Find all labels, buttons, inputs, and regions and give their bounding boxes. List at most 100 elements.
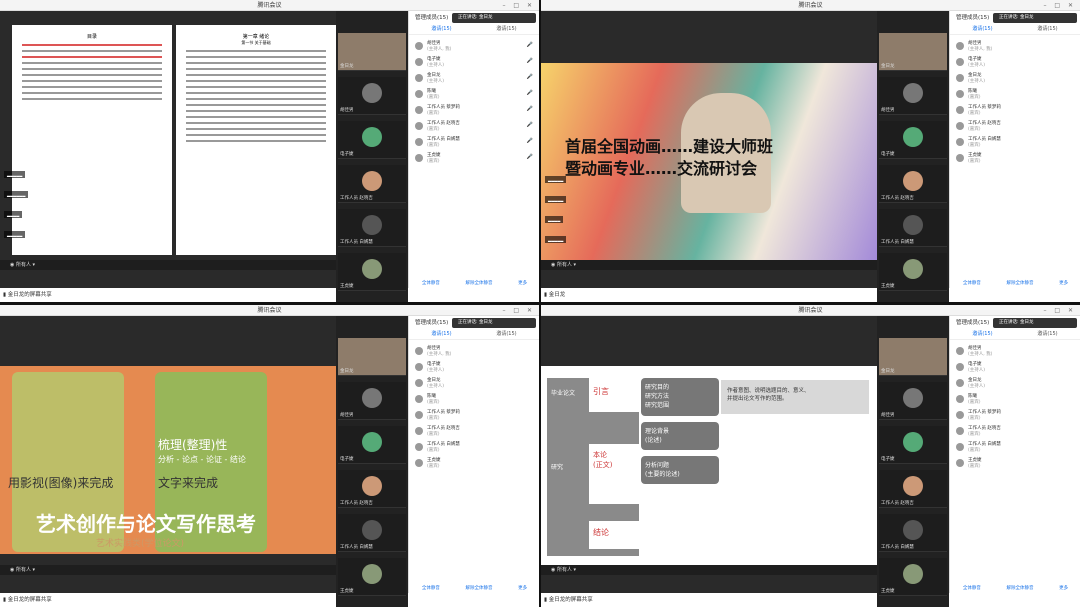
video-tile[interactable]: 工作人员 赵晓吉 <box>338 165 406 203</box>
member-row[interactable]: 王虎婕 (嘉宾) <box>409 458 539 469</box>
share-status: ▮ 金日龙的屏幕共享 <box>0 288 539 302</box>
section-title: 第一节 关于基础 <box>241 40 271 45</box>
screen-grid: 腾讯会议 – □ ✕ 目录 第一章 绪论 第一节 关于基础 ▂▂▂▂▂ ▂▂▂▂▂… <box>0 0 1080 607</box>
window-controls[interactable]: – □ ✕ <box>502 305 535 316</box>
outline-slide: 毕业论文 研究 引言 本论 (正文) 结论 研究目的 研究方法 研究范围 作者意… <box>541 366 877 566</box>
video-tile[interactable]: 工作人员 白嫣慧 <box>879 514 947 552</box>
video-tile[interactable]: 胡佳男 <box>879 77 947 115</box>
member-row[interactable]: 工作人员 蔡梦莉 (嘉宾) 🎤 <box>409 105 539 116</box>
more-button[interactable]: 更多 <box>518 280 527 286</box>
video-tile[interactable]: 金日龙 <box>338 338 406 376</box>
member-row[interactable]: 陈曦 (嘉宾) <box>950 394 1080 405</box>
member-row[interactable]: 工作人员 白嫣慧 (嘉宾) 🎤 <box>409 137 539 148</box>
video-tile[interactable]: 工作人员 白嫣慧 <box>879 209 947 247</box>
video-column: 金日龙 胡佳男 电子婕 工作人员 赵晓吉 工作人员 白嫣慧 王虎婕 <box>877 11 949 302</box>
mute-all-button[interactable]: 全体静音 <box>422 280 440 286</box>
screen-share: 首届全国动画……建设大师班 暨动画专业……交流研讨会 ▂▂▂▂▂ ▂▂▂▂▂ ▂… <box>541 11 877 288</box>
member-row[interactable]: 王虎婕 (嘉宾) <box>950 153 1080 164</box>
video-tile[interactable]: 电子婕 <box>879 121 947 159</box>
panel-tabs[interactable]: 邀请(15) 邀请(15) <box>950 23 1080 35</box>
video-tile[interactable]: 金日龙 <box>879 33 947 71</box>
video-tile[interactable]: 电子婕 <box>338 426 406 464</box>
video-tile[interactable]: 工作人员 白嫣慧 <box>338 209 406 247</box>
member-row[interactable]: 电子婕 (主持人) <box>409 362 539 373</box>
member-row[interactable]: 工作人员 赵晓吉 (嘉宾) <box>950 121 1080 132</box>
member-row[interactable]: 陈曦 (嘉宾) <box>409 394 539 405</box>
video-tile[interactable]: 电子婕 <box>338 121 406 159</box>
panel-tabs[interactable]: 邀请(15) 邀请(15) <box>409 328 539 340</box>
conference-slide: 首届全国动画……建设大师班 暨动画专业……交流研讨会 <box>541 63 877 260</box>
member-row[interactable]: 胡佳男 (主持人, 我) <box>950 346 1080 357</box>
window-controls[interactable]: – □ ✕ <box>502 0 535 11</box>
video-tile[interactable]: 胡佳男 <box>338 77 406 115</box>
panel-tabs[interactable]: 邀请(15) 邀请(15) <box>950 328 1080 340</box>
chat-bubble: ▂▂▂▂▂ <box>4 171 26 178</box>
video-tile[interactable]: 金日龙 <box>879 338 947 376</box>
member-row[interactable]: 工作人员 白嫣慧 (嘉宾) <box>409 442 539 453</box>
member-row[interactable]: 胡佳男 (主持人, 我) <box>409 346 539 357</box>
theory-block: 理论背景 (论述) <box>641 422 719 450</box>
meeting-window-1: 腾讯会议 – □ ✕ 目录 第一章 绪论 第一节 关于基础 ▂▂▂▂▂ ▂▂▂▂▂… <box>0 0 539 302</box>
member-row[interactable]: 胡佳男 (主持人, 我) 🎤 <box>409 41 539 52</box>
panel-footer: 全体静音 解除全体静音 更多 <box>409 280 539 286</box>
video-tile[interactable]: 电子婕 <box>879 426 947 464</box>
member-row[interactable]: 工作人员 蔡梦莉 (嘉宾) <box>409 410 539 421</box>
video-tile[interactable]: 王虎婕 <box>879 253 947 291</box>
video-column: 金日龙 胡佳男 电子婕 工作人员 赵晓吉 工作人员 白嫣慧 王虎婕 <box>877 316 949 607</box>
video-tile[interactable]: 王虎婕 <box>338 558 406 596</box>
member-row[interactable]: 工作人员 白嫣慧 (嘉宾) <box>950 442 1080 453</box>
panel-footer: 全体静音 解除全体静音 更多 <box>421 586 528 591</box>
member-row[interactable]: 工作人员 蔡梦莉 (嘉宾) <box>950 410 1080 421</box>
member-row[interactable]: 工作人员 白嫣慧 (嘉宾) <box>950 137 1080 148</box>
video-tile[interactable]: 胡佳男 <box>338 382 406 420</box>
member-row[interactable]: 金日龙 (主持人) <box>950 73 1080 84</box>
share-status: ▮ 金日龙 <box>541 288 1080 302</box>
member-row[interactable]: 王虎婕 (嘉宾) <box>950 458 1080 469</box>
panel-footer: 全体静音 解除全体静音 更多 <box>962 586 1069 591</box>
member-row[interactable]: 工作人员 赵晓吉 (嘉宾) <box>950 426 1080 437</box>
video-tile[interactable]: 工作人员 赵晓吉 <box>879 470 947 508</box>
chat-toolbar[interactable]: ◉ 所有人 ▾ <box>0 565 336 575</box>
member-row[interactable]: 胡佳男 (主持人, 我) <box>950 41 1080 52</box>
member-row[interactable]: 电子婕 (主持人) <box>950 57 1080 68</box>
member-row[interactable]: 陈曦 (嘉宾) 🎤 <box>409 89 539 100</box>
video-tile[interactable]: 金日龙 <box>338 33 406 71</box>
chat-bubble: ▂▂▂▂ <box>4 211 23 218</box>
member-row[interactable]: 陈曦 (嘉宾) <box>950 89 1080 100</box>
member-row[interactable]: 王虎婕 (嘉宾) 🎤 <box>409 153 539 164</box>
member-row[interactable]: 工作人员 赵晓吉 (嘉宾) 🎤 <box>409 121 539 132</box>
unmute-all-button[interactable]: 解除全体静音 <box>465 280 492 286</box>
member-row[interactable]: 电子婕 (主持人) 🎤 <box>409 57 539 68</box>
member-row[interactable]: 工作人员 赵晓吉 (嘉宾) <box>409 426 539 437</box>
video-column: 金日龙 胡佳男 电子婕 工作人员 赵晓吉 工作人员 白嫣慧 王虎婕 <box>336 316 408 607</box>
video-tile[interactable]: 王虎婕 <box>879 558 947 596</box>
chat-bubble: ▂▂▂▂▂ <box>545 236 567 243</box>
window-controls[interactable]: – □ ✕ <box>1043 0 1076 11</box>
chat-toolbar[interactable]: ◉ 所有人 ▾ <box>541 260 877 270</box>
member-panel: 管理成员(15) 邀请(15) 邀请(15) 胡佳男 (主持人, 我) 电子婕 (主持… <box>949 11 1080 288</box>
member-row[interactable]: 金日龙 (主持人) <box>409 378 539 389</box>
video-tile[interactable]: 工作人员 赵晓吉 <box>879 165 947 203</box>
document-page-right: 第一章 绪论 第一节 关于基础 <box>176 25 336 255</box>
method-block: 研究目的 研究方法 研究范围 <box>641 378 719 416</box>
member-row[interactable]: 金日龙 (主持人) <box>950 378 1080 389</box>
member-panel: 管理成员(15) 邀请(15) 邀请(15) 胡佳男 (主持人, 我) 电子婕 (主持… <box>408 316 539 593</box>
video-tile[interactable]: 工作人员 白嫣慧 <box>338 514 406 552</box>
window-title: 腾讯会议 – □ ✕ <box>0 0 539 11</box>
chat-bubble: ▂▂▂▂▂ <box>545 196 567 203</box>
video-tile[interactable]: 王虎婕 <box>338 253 406 291</box>
chat-toolbar[interactable]: ◉ 所有人 ▾ <box>0 260 336 270</box>
intro-block: 引言 <box>589 378 639 412</box>
document-page-left: 目录 <box>12 25 172 255</box>
speaking-tip: 正在讲话: 金日龙 <box>993 318 1077 328</box>
member-row[interactable]: 工作人员 蔡梦莉 (嘉宾) <box>950 105 1080 116</box>
video-tile[interactable]: 胡佳男 <box>879 382 947 420</box>
screen-share: 目录 第一章 绪论 第一节 关于基础 ▂▂▂▂▂ ▂▂▂▂▂▂ ▂▂▂▂ ▂▂▂… <box>0 11 336 288</box>
window-controls[interactable]: – □ ✕ <box>1043 305 1076 316</box>
member-row[interactable]: 金日龙 (主持人) 🎤 <box>409 73 539 84</box>
chat-toolbar[interactable]: ◉ 所有人 ▾ <box>541 565 877 575</box>
member-row[interactable]: 电子婕 (主持人) <box>950 362 1080 373</box>
video-tile[interactable]: 工作人员 赵晓吉 <box>338 470 406 508</box>
panel-tabs[interactable]: 邀请(15) 邀请(15) <box>409 23 539 35</box>
body-block: 本论 (正文) <box>589 444 639 504</box>
